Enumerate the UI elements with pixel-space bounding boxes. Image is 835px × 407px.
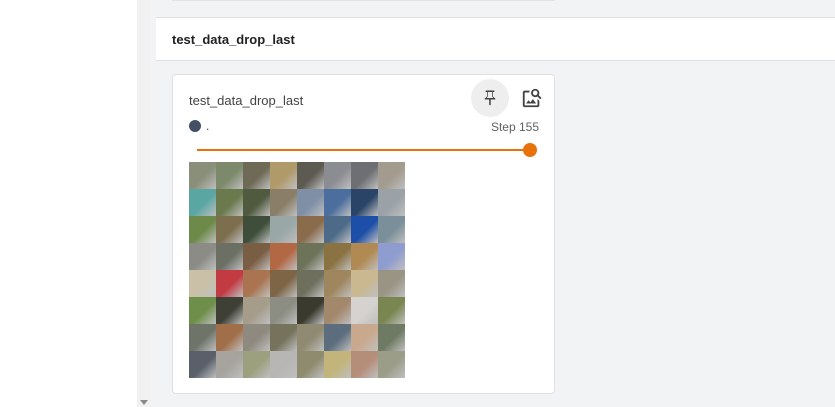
card-title: test_data_drop_last xyxy=(189,93,304,108)
image-tile xyxy=(270,189,297,216)
group-title: test_data_drop_last xyxy=(172,32,295,47)
image-tile xyxy=(351,162,378,189)
image-tile xyxy=(243,189,270,216)
image-search-icon xyxy=(522,88,542,108)
image-tile xyxy=(378,270,405,297)
image-tile xyxy=(324,270,351,297)
image-tile xyxy=(189,162,216,189)
image-tile xyxy=(297,297,324,324)
image-tile xyxy=(270,351,297,378)
app-root: test_data_drop_last test_data_drop_last … xyxy=(0,0,835,407)
image-tile xyxy=(324,324,351,351)
image-tile xyxy=(324,297,351,324)
image-tile xyxy=(351,243,378,270)
image-tile xyxy=(378,324,405,351)
image-tile xyxy=(297,324,324,351)
image-tile xyxy=(243,243,270,270)
group-header[interactable]: test_data_drop_last xyxy=(156,17,835,61)
image-tile xyxy=(243,351,270,378)
image-tile xyxy=(189,189,216,216)
image-tile xyxy=(216,162,243,189)
image-tile xyxy=(216,270,243,297)
image-tile xyxy=(324,351,351,378)
image-tile xyxy=(189,216,216,243)
step-slider-thumb[interactable] xyxy=(523,143,537,157)
image-card: test_data_drop_last . Step 155 xyxy=(172,74,555,394)
image-tile xyxy=(189,351,216,378)
image-tile xyxy=(243,162,270,189)
previous-card-edge xyxy=(172,0,555,1)
image-tile xyxy=(243,324,270,351)
image-tile xyxy=(270,297,297,324)
image-tile xyxy=(270,162,297,189)
image-tile xyxy=(297,162,324,189)
image-tile xyxy=(324,216,351,243)
image-tile xyxy=(351,324,378,351)
image-tile xyxy=(270,270,297,297)
image-tile xyxy=(270,216,297,243)
image-tile xyxy=(243,270,270,297)
image-tile xyxy=(351,351,378,378)
image-tile xyxy=(324,243,351,270)
image-tile xyxy=(243,297,270,324)
image-tile xyxy=(270,243,297,270)
pin-button[interactable] xyxy=(471,79,509,117)
image-tile xyxy=(297,351,324,378)
step-label: Step 155 xyxy=(490,120,539,134)
image-tile xyxy=(324,162,351,189)
image-tile xyxy=(216,324,243,351)
image-tile xyxy=(189,324,216,351)
run-label: . xyxy=(206,119,210,133)
image-tile xyxy=(324,189,351,216)
image-tile xyxy=(189,297,216,324)
image-grid xyxy=(189,162,405,378)
image-tile xyxy=(216,189,243,216)
run-color-dot xyxy=(189,120,201,132)
image-tile xyxy=(378,216,405,243)
image-search-button[interactable] xyxy=(515,79,549,117)
image-tile xyxy=(351,216,378,243)
image-tile xyxy=(216,216,243,243)
sidebar xyxy=(0,0,138,407)
scroll-down-icon[interactable] xyxy=(140,400,148,405)
image-tile xyxy=(297,270,324,297)
image-tile xyxy=(297,216,324,243)
image-tile xyxy=(216,243,243,270)
main-panel: test_data_drop_last test_data_drop_last … xyxy=(151,0,835,407)
image-tile xyxy=(378,162,405,189)
image-tile xyxy=(378,189,405,216)
step-slider-track[interactable] xyxy=(197,149,530,151)
image-tile xyxy=(270,324,297,351)
image-tile xyxy=(351,270,378,297)
image-tile xyxy=(216,351,243,378)
image-tile xyxy=(243,216,270,243)
image-tile xyxy=(189,243,216,270)
sidebar-scrollbar[interactable] xyxy=(137,0,151,407)
image-tile xyxy=(189,270,216,297)
image-tile xyxy=(216,297,243,324)
image-tile xyxy=(378,297,405,324)
image-tile xyxy=(378,243,405,270)
image-tile xyxy=(351,189,378,216)
pin-icon xyxy=(484,90,496,106)
image-tile xyxy=(297,243,324,270)
image-tile xyxy=(351,297,378,324)
image-tile xyxy=(378,351,405,378)
image-tile xyxy=(297,189,324,216)
